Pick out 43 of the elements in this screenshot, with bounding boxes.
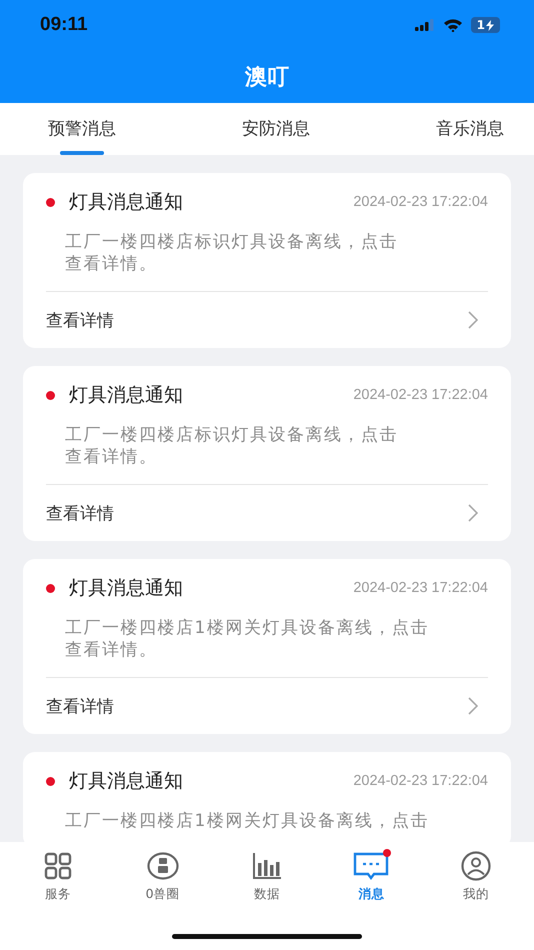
chevron-right-icon[interactable] xyxy=(468,697,478,715)
message-card[interactable]: 灯具消息通知 2024-02-23 17:22:04 工厂一楼四楼店标识灯具设备离线，点击 查看详情。 查看详情 xyxy=(23,173,511,348)
message-description-line: 工厂一楼四楼店标识灯具设备离线，点击 xyxy=(65,424,398,446)
message-description-line: 工厂一楼四楼店标识灯具设备离线，点击 xyxy=(65,231,398,253)
message-title: 灯具消息通知 xyxy=(69,769,184,794)
message-description-line: 工厂一楼四楼店1楼网关灯具设备离线，点击 xyxy=(65,617,429,639)
message-description-line: 查看详情。 xyxy=(65,639,158,661)
user-icon xyxy=(460,851,491,881)
nav-item[interactable]: 0兽圈 xyxy=(118,850,208,916)
message-title: 灯具消息通知 xyxy=(69,576,184,601)
view-details-link[interactable]: 查看详情 xyxy=(46,502,114,524)
chevron-right-icon[interactable] xyxy=(468,311,478,329)
nav-item[interactable]: 数据 xyxy=(222,850,312,916)
wifi-icon xyxy=(442,18,463,32)
nav-item[interactable]: 我的 xyxy=(430,850,521,916)
message-title: 灯具消息通知 xyxy=(69,190,184,215)
message-card[interactable]: 灯具消息通知 2024-02-23 17:22:04 工厂一楼四楼店1楼网关灯具设备离线，点击 查看详情。 查看详情 xyxy=(23,559,511,734)
status-time: 09:11 xyxy=(40,14,88,36)
nav-item[interactable]: 消息 xyxy=(326,850,416,916)
message-time: 2024-02-23 17:22:04 xyxy=(353,773,488,789)
view-details-link[interactable]: 查看详情 xyxy=(46,308,114,332)
message-time: 2024-02-23 17:22:04 xyxy=(353,387,488,403)
message-time: 2024-02-23 17:22:04 xyxy=(353,580,488,596)
message-card[interactable]: 灯具消息通知 2024-02-23 17:22:04 工厂一楼四楼店标识灯具设备离线，点击 查看详情。 查看详情 xyxy=(23,366,511,541)
message-description-line: 查看详情。 xyxy=(65,253,158,275)
tab[interactable]: 音乐消息 xyxy=(436,103,504,155)
battery-indicator: 1 xyxy=(470,17,500,33)
message-time: 2024-02-23 17:22:04 xyxy=(353,194,488,210)
view-details-link[interactable]: 查看详情 xyxy=(46,694,114,718)
message-description-line: 查看详情。 xyxy=(65,446,158,468)
message-card[interactable]: 灯具消息通知 2024-02-23 17:22:04 工厂一楼四楼店1楼网关灯具设备离线，点击 xyxy=(23,752,511,842)
message-title: 灯具消息通知 xyxy=(69,383,184,408)
app-title: 澳叮 xyxy=(244,64,290,92)
message-icon xyxy=(353,851,390,881)
grid-icon xyxy=(44,852,72,880)
bar-chart-icon xyxy=(252,852,282,880)
signal-icon xyxy=(414,19,435,31)
badge-circle-icon xyxy=(146,852,179,880)
tab[interactable]: 预警消息 xyxy=(48,103,116,155)
message-description-line: 工厂一楼四楼店1楼网关灯具设备离线，点击 xyxy=(65,810,429,832)
chevron-right-icon[interactable] xyxy=(468,504,478,522)
tab[interactable]: 安防消息 xyxy=(242,103,310,155)
nav-item[interactable]: 服务 xyxy=(13,850,104,916)
